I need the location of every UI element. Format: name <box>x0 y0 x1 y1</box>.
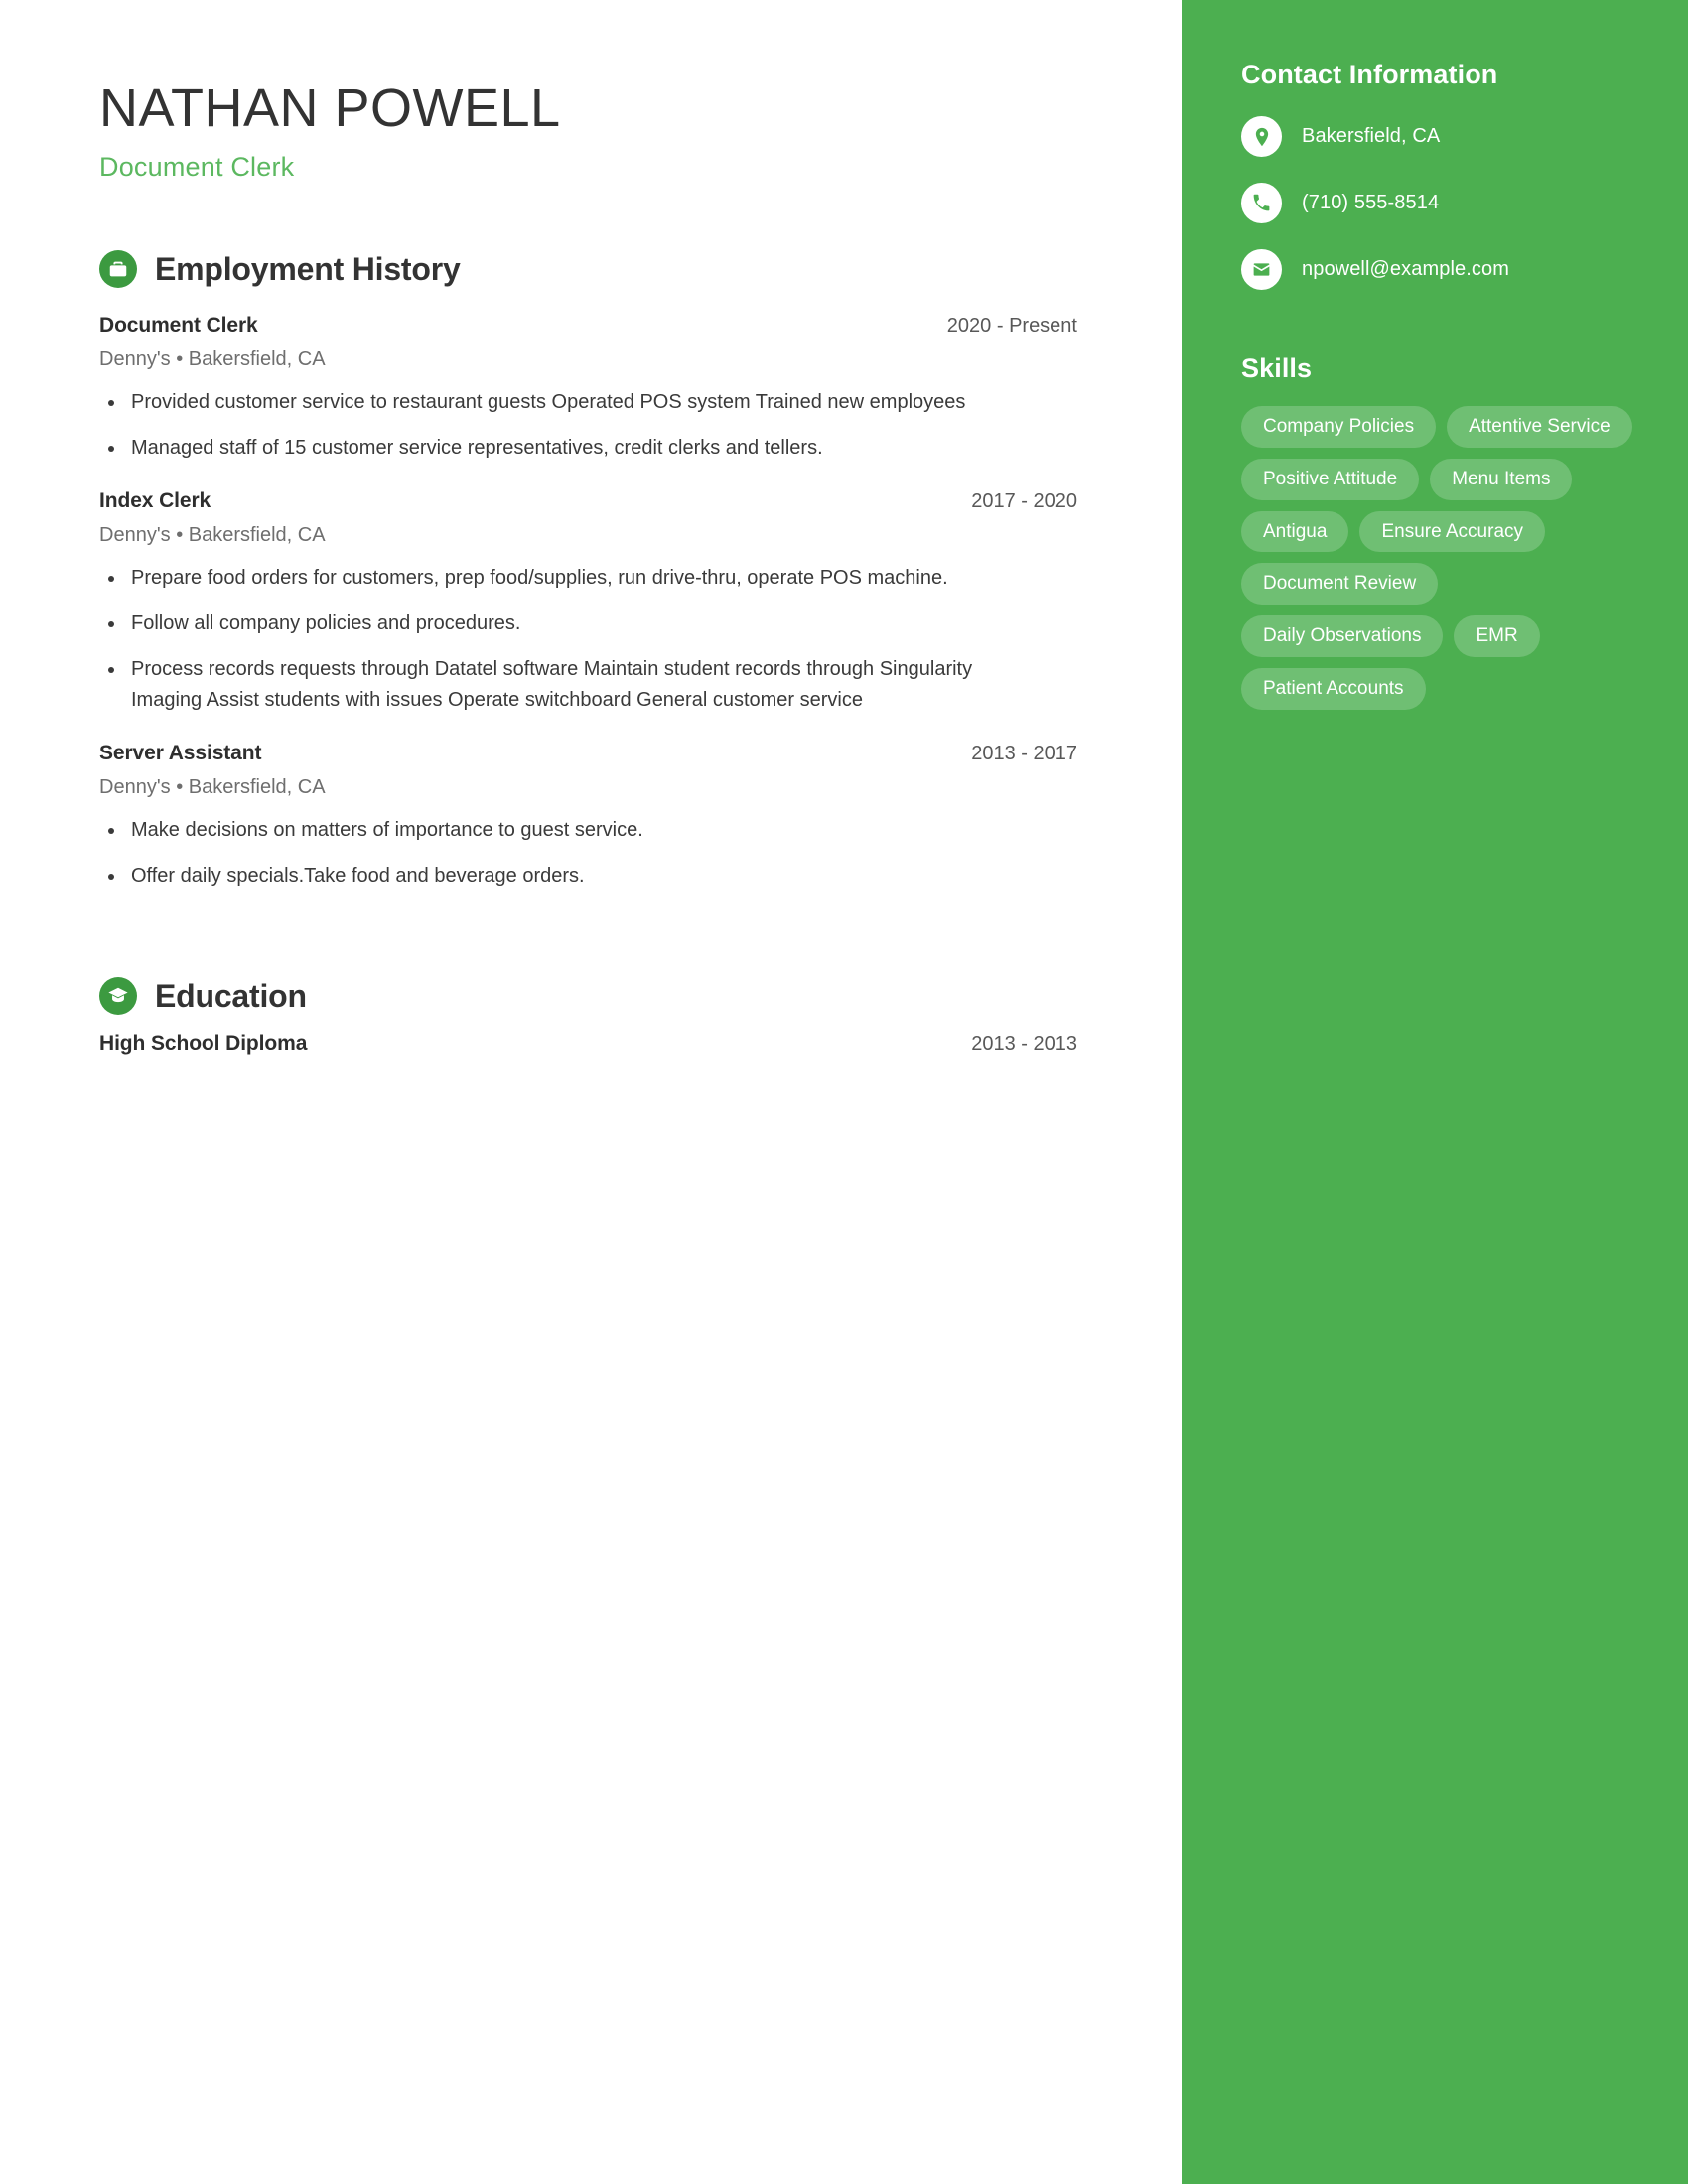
list-item: Provided customer service to restaurant … <box>99 387 1033 418</box>
graduation-cap-icon <box>99 977 137 1016</box>
sidebar-title-contact: Contact Information <box>1241 60 1498 89</box>
list-item: Offer daily specials.Take food and bever… <box>99 861 1033 891</box>
entry-date-range: 2013 - 2017 <box>971 743 1077 765</box>
section-title-education: Education <box>155 977 307 1014</box>
entry-date-range: 2020 - Present <box>946 315 1077 338</box>
entry-date-range: 2017 - 2020 <box>971 490 1077 513</box>
entry-company-location: Denny's • Bakersfield, CA <box>99 776 326 799</box>
list-item: Follow all company policies and procedur… <box>99 609 1033 639</box>
entry-header-row: Server Assistant 2013 - 2017 <box>99 742 1077 765</box>
skill-tag: Attentive Service <box>1447 406 1632 448</box>
contact-phone-text: (710) 555-8514 <box>1302 192 1440 213</box>
entry-bullet-list: Prepare food orders for customers, prep … <box>99 563 1077 716</box>
skill-tag: Ensure Accuracy <box>1359 510 1546 553</box>
contact-email-text: npowell@example.com <box>1302 258 1509 280</box>
entry-company-location: Denny's • Bakersfield, CA <box>99 348 326 371</box>
candidate-job-title: Document Clerk <box>99 152 295 183</box>
entry-company-location: Denny's • Bakersfield, CA <box>99 524 326 547</box>
entry-bullet-list: Provided customer service to restaurant … <box>99 387 1077 464</box>
education-entry: High School Diploma 2013 - 2013 <box>99 1032 1077 1056</box>
candidate-name: NATHAN POWELL <box>99 78 561 138</box>
contact-item-email: npowell@example.com <box>1241 249 1636 290</box>
main-content-column: NATHAN POWELL Document Clerk Employment … <box>0 0 1182 2184</box>
skills-list: Company Policies Attentive Service Posit… <box>1241 406 1636 710</box>
list-item: Prepare food orders for customers, prep … <box>99 563 1033 594</box>
entry-bullet-list: Make decisions on matters of importance … <box>99 815 1077 891</box>
list-item: Process records requests through Datatel… <box>99 654 1033 716</box>
location-pin-icon <box>1241 116 1282 157</box>
skill-tag: Company Policies <box>1241 406 1437 448</box>
entry-degree-title: High School Diploma <box>99 1032 308 1056</box>
skill-tag: Document Review <box>1241 563 1439 605</box>
entry-job-title: Index Clerk <box>99 489 211 513</box>
resume-page: NATHAN POWELL Document Clerk Employment … <box>0 0 1688 2184</box>
entry-date-range: 2013 - 2013 <box>971 1033 1077 1056</box>
briefcase-icon <box>99 250 137 289</box>
entry-header-row: Index Clerk 2017 - 2020 <box>99 489 1077 513</box>
skill-tag: Daily Observations <box>1241 615 1444 657</box>
skill-tag: Patient Accounts <box>1241 667 1426 710</box>
contact-item-location: Bakersfield, CA <box>1241 116 1636 157</box>
envelope-icon <box>1241 249 1282 290</box>
employment-entry: Index Clerk 2017 - 2020 Denny's • Bakers… <box>99 489 1077 716</box>
skill-tag: Menu Items <box>1430 458 1573 500</box>
entry-job-title: Server Assistant <box>99 742 262 765</box>
contact-item-phone: (710) 555-8514 <box>1241 183 1636 223</box>
section-header-employment: Employment History <box>99 250 1077 289</box>
sidebar: Contact Information Bakersfield, CA (710… <box>1182 0 1688 2184</box>
entry-header-row: High School Diploma 2013 - 2013 <box>99 1032 1077 1056</box>
employment-entry: Server Assistant 2013 - 2017 Denny's • B… <box>99 742 1077 891</box>
entry-job-title: Document Clerk <box>99 314 258 338</box>
skill-tag: Antigua <box>1241 510 1349 553</box>
list-item: Managed staff of 15 customer service rep… <box>99 433 1033 464</box>
phone-icon <box>1241 183 1282 223</box>
entry-header-row: Document Clerk 2020 - Present <box>99 314 1077 338</box>
employment-entry: Document Clerk 2020 - Present Denny's • … <box>99 314 1077 464</box>
list-item: Make decisions on matters of importance … <box>99 815 1033 846</box>
section-header-education: Education <box>99 977 1077 1016</box>
contact-location-text: Bakersfield, CA <box>1302 125 1441 147</box>
sidebar-title-skills: Skills <box>1241 353 1313 383</box>
section-title-employment: Employment History <box>155 250 461 287</box>
skill-tag: Positive Attitude <box>1241 458 1420 500</box>
skill-tag: EMR <box>1454 615 1540 657</box>
